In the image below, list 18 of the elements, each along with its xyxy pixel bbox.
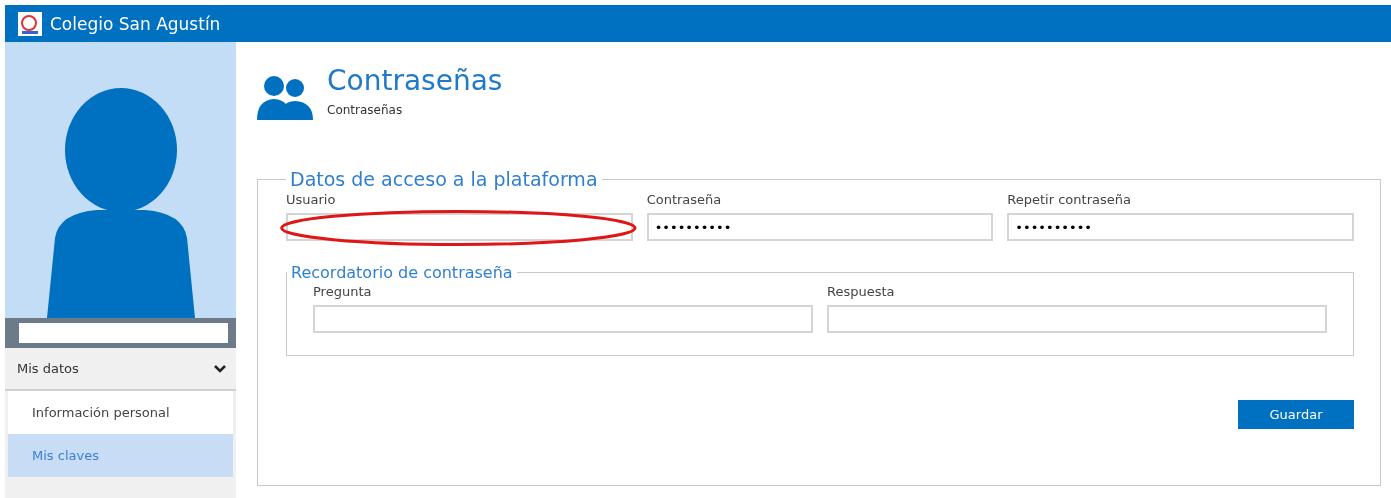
menu-item[interactable]: Información personal [8,391,233,434]
page-title: Contraseñas [327,64,503,97]
field-label: Repetir contraseña [1007,192,1132,207]
chevron-icon [214,363,226,374]
field-label: Pregunta [313,284,373,299]
input-field[interactable]: •••••••••• [1007,213,1354,241]
page-subtitle: Contraseñas [327,103,404,117]
section-legend: Recordatorio de contraseña [287,263,517,282]
input-field[interactable]: •••••••••• [646,213,994,241]
field-label: Respuesta [827,284,896,299]
field-label: Usuario [286,192,337,207]
input-field[interactable] [313,305,813,333]
save-button[interactable]: Guardar [1238,400,1354,429]
app-title: Colegio San Agustín [50,13,221,34]
field-label: Contraseña [646,192,723,207]
users-icon [257,74,315,120]
input-field[interactable] [827,305,1327,333]
section-legend: Datos de acceso a la plataforma [286,168,602,190]
